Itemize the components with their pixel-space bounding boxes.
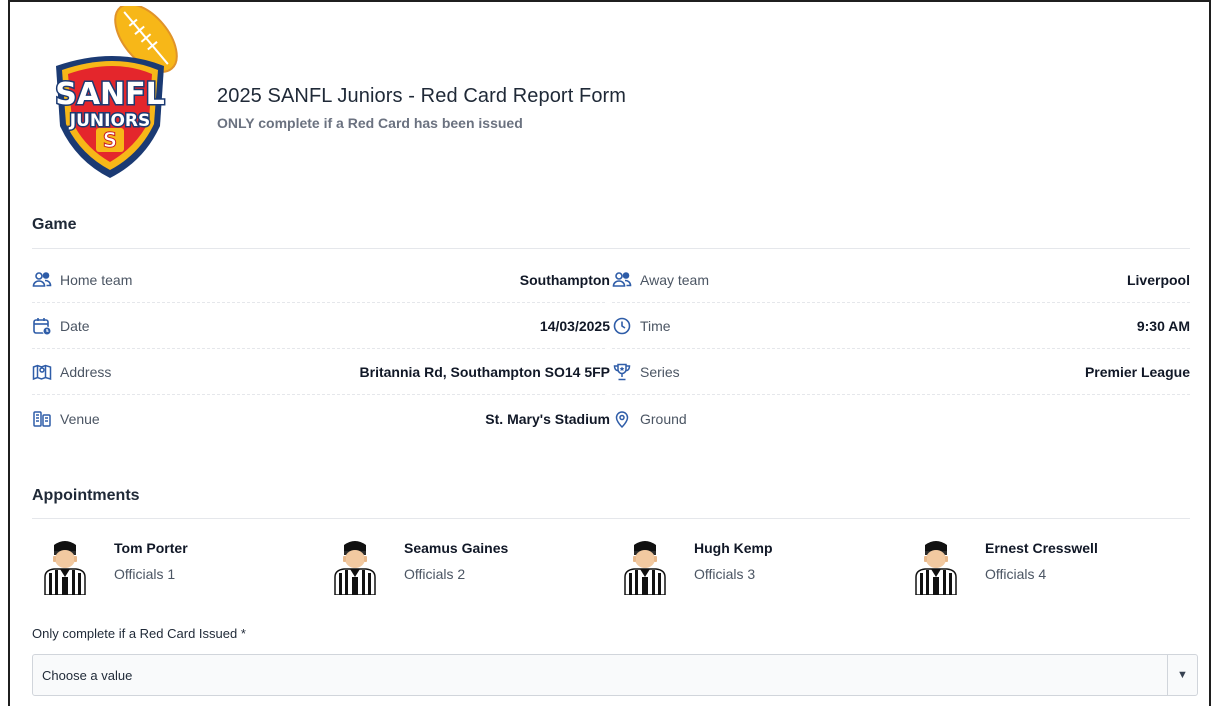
home-team-cell: Home team Southampton bbox=[32, 257, 610, 302]
date-cell: Date 14/03/2025 bbox=[32, 303, 610, 348]
address-value: Britannia Rd, Southampton SO14 5FP bbox=[359, 363, 610, 380]
time-label: Time bbox=[640, 317, 671, 334]
referee-avatar-icon bbox=[915, 541, 957, 595]
trophy-icon bbox=[612, 362, 632, 382]
game-section-divider bbox=[32, 248, 1190, 249]
official-role: Officials 4 bbox=[985, 566, 1047, 582]
clock-icon bbox=[612, 316, 632, 336]
page-title: 2025 SANFL Juniors - Red Card Report For… bbox=[217, 85, 627, 107]
venue-label: Venue bbox=[60, 410, 100, 427]
referee-avatar-icon bbox=[334, 541, 376, 595]
game-row: Date 14/03/2025 Time 9:30 AM bbox=[32, 303, 1190, 349]
location-pin-icon bbox=[612, 409, 632, 429]
calendar-clock-icon bbox=[32, 316, 52, 336]
row-divider bbox=[612, 394, 1190, 395]
row-divider bbox=[32, 394, 605, 395]
red-card-select[interactable]: Choose a value ▼ bbox=[32, 654, 1198, 696]
ground-label: Ground bbox=[640, 410, 687, 427]
venue-cell: Venue St. Mary's Stadium bbox=[32, 396, 610, 441]
game-row: Venue St. Mary's Stadium Ground bbox=[32, 396, 1190, 442]
date-value: 14/03/2025 bbox=[539, 317, 610, 334]
official-name: Tom Porter bbox=[114, 540, 188, 556]
map-pin-icon bbox=[32, 362, 52, 382]
time-cell: Time 9:30 AM bbox=[612, 303, 1190, 348]
ground-cell: Ground bbox=[612, 396, 1190, 441]
away-team-label: Away team bbox=[640, 271, 709, 288]
logo-juniors-text: JUNIORS bbox=[69, 111, 150, 131]
date-label: Date bbox=[60, 317, 90, 334]
official-card: Tom Porter Officials 1 bbox=[42, 536, 302, 596]
appointments-section-title: Appointments bbox=[32, 487, 140, 504]
official-role: Officials 1 bbox=[114, 566, 176, 582]
game-row: Home team Southampton Away team Liverpoo… bbox=[32, 257, 1190, 303]
official-name: Ernest Cresswell bbox=[985, 540, 1098, 556]
official-card: Hugh Kemp Officials 3 bbox=[622, 536, 882, 596]
users-icon bbox=[32, 270, 52, 290]
referee-avatar-icon bbox=[44, 541, 86, 595]
logo-sanfl-text: SANFL bbox=[55, 77, 165, 112]
logo-s-letter: S bbox=[103, 128, 117, 152]
official-role: Officials 2 bbox=[404, 566, 466, 582]
appointments-section-divider bbox=[32, 518, 1190, 519]
official-card: Seamus Gaines Officials 2 bbox=[332, 536, 592, 596]
caret-down-icon[interactable]: ▼ bbox=[1167, 655, 1197, 695]
away-team-value: Liverpool bbox=[1126, 271, 1190, 288]
home-team-label: Home team bbox=[60, 271, 133, 288]
series-cell: Series Premier League bbox=[612, 349, 1190, 394]
game-section-title: Game bbox=[32, 216, 77, 233]
home-team-value: Southampton bbox=[519, 271, 610, 288]
red-card-select-value[interactable]: Choose a value bbox=[33, 668, 1167, 683]
page-subtitle: ONLY complete if a Red Card has been iss… bbox=[217, 115, 523, 131]
series-label: Series bbox=[640, 363, 680, 380]
official-name: Hugh Kemp bbox=[694, 540, 773, 556]
official-role: Officials 3 bbox=[694, 566, 756, 582]
official-name: Seamus Gaines bbox=[404, 540, 509, 556]
address-label: Address bbox=[60, 363, 112, 380]
sanfl-juniors-logo: S SANFL JUNIORS bbox=[54, 6, 178, 178]
users-icon bbox=[612, 270, 632, 290]
building-icon bbox=[32, 409, 52, 429]
time-value: 9:30 AM bbox=[1136, 317, 1190, 334]
venue-value: St. Mary's Stadium bbox=[485, 410, 610, 427]
game-row: Address Britannia Rd, Southampton SO14 5… bbox=[32, 349, 1190, 395]
red-card-field-label: Only complete if a Red Card Issued * bbox=[32, 626, 246, 641]
address-cell: Address Britannia Rd, Southampton SO14 5… bbox=[32, 349, 610, 394]
series-value: Premier League bbox=[1084, 363, 1190, 380]
referee-avatar-icon bbox=[624, 541, 666, 595]
away-team-cell: Away team Liverpool bbox=[612, 257, 1190, 302]
official-card: Ernest Cresswell Officials 4 bbox=[913, 536, 1173, 596]
form-header: S SANFL JUNIORS 2025 SANFL Juniors - Red… bbox=[34, 6, 1184, 188]
title-block: 2025 SANFL Juniors - Red Card Report For… bbox=[217, 85, 626, 131]
